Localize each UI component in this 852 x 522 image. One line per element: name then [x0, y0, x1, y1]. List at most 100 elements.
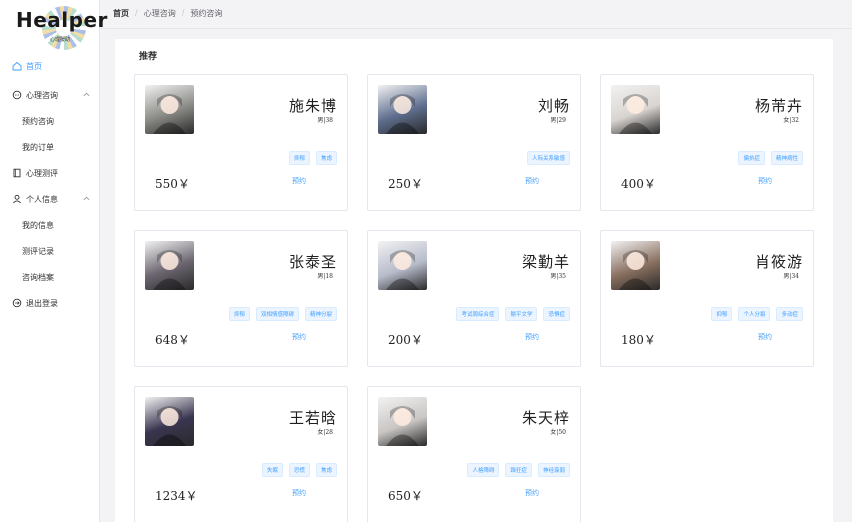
- breadcrumb-separator: /: [181, 8, 185, 17]
- counselor-name: 肖筱游: [754, 253, 803, 271]
- counselor-name: 刘畅: [537, 97, 570, 115]
- counselor-name: 杨芾卉: [754, 97, 803, 115]
- sidebar-item-label: 心理咨询: [26, 90, 58, 100]
- counselor-card[interactable]: 梁勤羊 男|35 考试周综合症 躺平文学 恐惧症 200￥ 预约: [367, 230, 581, 367]
- counselor-card[interactable]: 张泰圣 男|18 抑郁 双相情感障碍 精神分裂 648￥ 预约: [134, 230, 348, 367]
- sidebar-item-label: 预约咨询: [22, 116, 54, 126]
- chat-icon: [12, 90, 22, 100]
- header-divider: [100, 28, 852, 29]
- counselor-price: 400￥: [621, 177, 656, 191]
- book-button[interactable]: 预约: [525, 488, 539, 498]
- counselor-name: 朱天梓: [521, 409, 570, 427]
- specialty-tag: 躁狂症: [505, 463, 532, 477]
- breadcrumb: 首页 / 心理咨询 / 预约咨询: [113, 8, 222, 19]
- counselor-price: 200￥: [388, 333, 423, 347]
- sidebar-item-label: 测评记录: [22, 246, 54, 256]
- home-icon: [12, 61, 22, 71]
- specialty-tag: 精神病性: [770, 151, 803, 165]
- tag-list: 抑郁 个人分裂 多动症: [711, 307, 803, 321]
- breadcrumb-separator: /: [135, 8, 138, 17]
- sidebar-item-orders[interactable]: 我的订单: [0, 134, 100, 160]
- sidebar-item-profile[interactable]: 个人信息: [0, 186, 100, 212]
- counselor-card[interactable]: 肖筱游男|34 抑郁 个人分裂 多动症 180￥ 预约: [600, 230, 814, 367]
- sidebar-item-home[interactable]: 首页: [0, 56, 100, 76]
- counselor-avatar: [378, 241, 427, 290]
- tag-list: 抑郁 焦虑: [288, 151, 337, 165]
- counselor-price: 650￥: [388, 489, 423, 503]
- tag-list: 偏执症 精神病性: [738, 151, 803, 165]
- sidebar-item-label: 我的订单: [22, 142, 54, 152]
- breadcrumb-item-counseling[interactable]: 心理咨询: [144, 8, 176, 19]
- specialty-tag: 抑郁: [288, 151, 310, 165]
- counselor-info: 男|29: [550, 117, 566, 124]
- sidebar-item-my-info[interactable]: 我的信息: [0, 212, 100, 238]
- specialty-tag: 焦虑: [315, 151, 337, 165]
- sidebar-item-assessment-records[interactable]: 测评记录: [0, 238, 100, 264]
- sidebar-item-label: 我的信息: [22, 220, 54, 230]
- specialty-tag: 抑郁: [228, 307, 250, 321]
- section-title: 推荐: [139, 52, 158, 62]
- counselor-avatar: [611, 85, 660, 134]
- counselor-info: 女|50: [550, 429, 566, 436]
- sidebar-menu: 首页 心理咨询 预约咨询 我的订单 心理测评 个人信息 我的信息 测评记录 咨询…: [0, 56, 100, 316]
- sidebar-item-booking[interactable]: 预约咨询: [0, 108, 100, 134]
- specialty-tag: 神经衰弱: [537, 463, 570, 477]
- specialty-tag: 多动症: [776, 307, 803, 321]
- book-button[interactable]: 预约: [292, 488, 306, 498]
- specialty-tag: 偏执症: [738, 151, 765, 165]
- sidebar-item-counseling[interactable]: 心理咨询: [0, 82, 100, 108]
- chevron-up-icon: [83, 92, 90, 97]
- counselor-card[interactable]: 刘畅男|29 人际关系敏感 250￥ 预约: [367, 74, 581, 211]
- tag-list: 抑郁 双相情感障碍 精神分裂: [228, 307, 337, 321]
- counselor-card[interactable]: 杨芾卉 女|32 偏执症 精神病性 400￥ 预约: [600, 74, 814, 211]
- counselor-avatar: [145, 241, 194, 290]
- counselor-card[interactable]: 王若晗 女|28 失眠 恐慌 焦虑 1234￥ 预约: [134, 386, 348, 522]
- specialty-tag: 躺平文学: [505, 307, 538, 321]
- sidebar-item-label: 退出登录: [26, 298, 58, 308]
- breadcrumb-item-home[interactable]: 首页: [113, 8, 129, 19]
- breadcrumb-item-booking: 预约咨询: [190, 9, 223, 18]
- counselor-avatar: [145, 397, 194, 446]
- counselor-card[interactable]: 朱天梓女|50 人格障碍 躁狂症 神经衰弱 650￥ 预约: [367, 386, 581, 522]
- specialty-tag: 人际关系敏感: [526, 151, 570, 165]
- clipboard-icon: [13, 168, 21, 178]
- book-button[interactable]: 预约: [525, 332, 539, 342]
- specialty-tag: 失眠: [261, 463, 283, 477]
- sidebar-item-label: 个人信息: [26, 194, 58, 204]
- book-button[interactable]: 预约: [292, 176, 306, 186]
- counselor-price: 648￥: [155, 333, 190, 347]
- book-button[interactable]: 预约: [758, 176, 772, 186]
- specialty-tag: 双相情感障碍: [255, 307, 299, 321]
- specialty-tag: 个人分裂: [738, 307, 771, 321]
- sidebar: Healper 心理援助 首页 心理咨询 预约咨询 我的订单 心理测评 个人信息: [0, 0, 107, 522]
- tag-list: 人格障碍 躁狂症 神经衰弱: [467, 463, 570, 477]
- counselor-info: 男|18: [317, 273, 333, 280]
- counselor-info: 男|38: [317, 117, 333, 124]
- user-icon: [12, 194, 22, 204]
- sidebar-item-counseling-archive[interactable]: 咨询档案: [0, 264, 100, 290]
- app-logo[interactable]: Healper 心理援助: [14, 6, 107, 50]
- book-button[interactable]: 预约: [525, 176, 539, 186]
- counselor-price: 180￥: [621, 333, 656, 347]
- sidebar-item-label: 咨询档案: [22, 272, 54, 282]
- sidebar-item-label: 心理测评: [26, 168, 58, 178]
- counselor-card[interactable]: 施朱博 男|38 抑郁 焦虑 550￥ 预约: [134, 74, 348, 211]
- specialty-tag: 恐惧症: [543, 307, 570, 321]
- logout-icon: [12, 298, 22, 308]
- counselor-info: 男|35: [550, 273, 566, 280]
- specialty-tag: 精神分裂: [304, 307, 337, 321]
- book-button[interactable]: 预约: [292, 332, 306, 342]
- logo-subtitle: 心理援助: [50, 37, 71, 43]
- specialty-tag: 焦虑: [315, 463, 337, 477]
- sidebar-item-label: 首页: [26, 61, 42, 71]
- logo-text: Healper: [16, 8, 108, 32]
- chevron-up-icon: [83, 196, 90, 201]
- counselor-price: 250￥: [388, 177, 423, 191]
- sidebar-item-logout[interactable]: 退出登录: [0, 290, 100, 316]
- counselor-info: 男|34: [783, 273, 799, 280]
- sidebar-item-assessment[interactable]: 心理测评: [0, 160, 100, 186]
- specialty-tag: 考试周综合症: [456, 307, 500, 321]
- tag-list: 考试周综合症 躺平文学 恐惧症: [456, 307, 570, 321]
- book-button[interactable]: 预约: [758, 332, 772, 342]
- tag-list: 人际关系敏感: [526, 151, 570, 165]
